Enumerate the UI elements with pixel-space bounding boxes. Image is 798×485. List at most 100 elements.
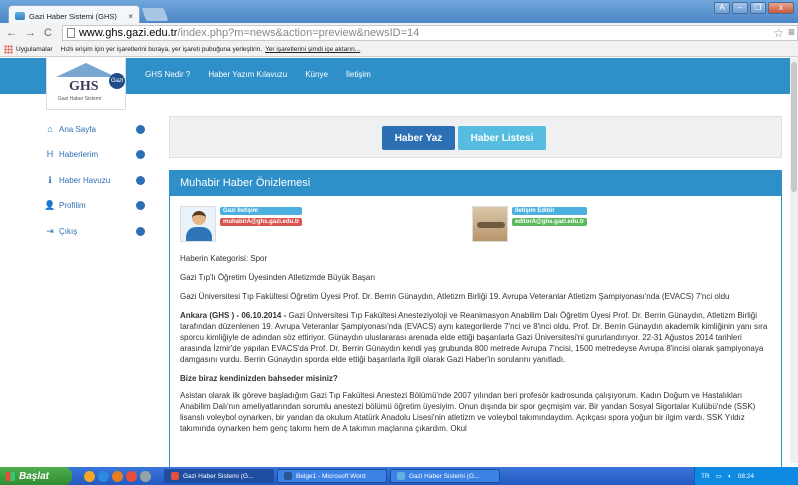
word-icon — [284, 472, 292, 480]
start-button[interactable]: Başlat — [0, 467, 72, 485]
article-headline: Gazi Tıp'lı Öğretim Üyesinden Atletizmde… — [180, 273, 376, 282]
logo-text: GHS — [69, 79, 99, 94]
editor-tag: İletişim Editör — [512, 207, 588, 215]
start-label: Başlat — [19, 470, 50, 482]
action-bar: Haber Yaz Haber Listesi — [169, 116, 782, 158]
quick-launch-icon[interactable] — [84, 470, 95, 482]
logout-icon: ⇥ — [46, 225, 54, 236]
reporter-email[interactable]: muhabirA@ghs.gazi.edu.tr — [220, 218, 303, 226]
apps-link[interactable]: Uygulamalar — [16, 46, 53, 53]
haber-yaz-button[interactable]: Haber Yaz — [382, 126, 455, 150]
browser-tab[interactable]: Gazi Haber Sistemi (GHS) × — [8, 5, 140, 23]
import-bookmarks-link[interactable]: Yer işaretlerini şimdi içe aktarın... — [265, 46, 360, 53]
editor-avatar — [472, 206, 508, 242]
user-icon: 👤 — [44, 199, 56, 210]
interview-answer: Asistan olarak ilk göreve başladığım Gaz… — [180, 391, 756, 433]
sidebar-item-ana-sayfa[interactable]: ⌂ Ana Sayfa — [44, 122, 145, 136]
forward-icon[interactable]: → — [25, 27, 36, 39]
editor-card: İletişim Editör editorA@ghs.gazi.edu.tr — [472, 206, 588, 242]
close-window-button[interactable]: x — [768, 2, 794, 14]
bookmarks-bar: Uygulamalar Hızlı erişim için yer işaret… — [0, 43, 798, 57]
article-content: Haberin Kategorisi: Spor Gazi Tıp'lı Öğr… — [180, 253, 772, 442]
article-category: Haberin Kategorisi: Spor — [180, 254, 268, 263]
reload-icon[interactable]: C — [44, 27, 52, 39]
browser-menu-icon[interactable]: ≡ — [788, 25, 795, 39]
url-input[interactable]: www.ghs.gazi.edu.tr /index.php?m=news&ac… — [61, 25, 798, 41]
task-label: Gazi Haber Sistemi (G... — [183, 472, 254, 480]
taskbar-item-word[interactable]: Belge1 - Microsoft Word — [277, 469, 387, 483]
window-controls: A – ❐ x — [714, 2, 794, 14]
reporter-tag: Gazi İletişim — [220, 207, 303, 215]
logo-subtitle: Gazi Haber Sistemi — [58, 96, 102, 102]
task-label: Belge1 - Microsoft Word — [296, 472, 366, 480]
url-host: www.ghs.gazi.edu.tr — [78, 27, 178, 39]
menu-iletisim[interactable]: İletişim — [346, 70, 371, 79]
reporter-card: Gazi İletişim muhabirA@ghs.gazi.edu.tr — [180, 206, 303, 242]
apps-icon[interactable] — [4, 45, 13, 54]
minimize-button[interactable]: – — [732, 2, 748, 14]
sidebar-item-haber-havuzu[interactable]: ℹ Haber Havuzu — [44, 173, 145, 187]
browser-title-bar: Gazi Haber Sistemi (GHS) × A – ❐ x — [0, 0, 798, 23]
quick-launch — [84, 470, 151, 482]
taskbar: Başlat Gazi Haber Sistemi (G... Belge1 -… — [0, 467, 798, 485]
tab-title: Gazi Haber Sistemi (GHS) — [29, 11, 117, 21]
clock[interactable]: 08:24 — [738, 473, 754, 480]
sidebar-item-haberlerim[interactable]: H Haberlerim — [44, 147, 145, 161]
site-logo[interactable]: GHS Gazi Haber Sistemi Gazi — [46, 58, 126, 110]
reporter-avatar — [180, 206, 216, 242]
info-icon: ℹ — [48, 174, 52, 185]
panel-body: Gazi İletişim muhabirA@ghs.gazi.edu.tr İ… — [170, 196, 781, 470]
haber-listesi-button[interactable]: Haber Listesi — [458, 126, 546, 150]
top-menu: GHS Nedir ? Haber Yazım Kılavuzu Künye İ… — [145, 70, 371, 79]
bookmark-star-icon[interactable]: ☆ — [773, 26, 784, 40]
article-dateline: Ankara (GHS ) - 06.10.2014 - — [180, 311, 287, 320]
sidebar-item-profilim[interactable]: 👤 Profilim — [44, 198, 145, 212]
chrome-icon — [171, 472, 179, 480]
language-indicator[interactable]: TR — [701, 473, 710, 480]
chevron-right-icon — [136, 175, 145, 185]
chevron-right-icon — [136, 226, 145, 236]
chevron-right-icon — [136, 200, 145, 210]
page-scrollbar[interactable] — [790, 58, 798, 463]
ie-icon[interactable] — [98, 470, 109, 482]
bookmarks-hint: Hızlı erişim için yer işaretlerini buray… — [60, 46, 263, 53]
home-icon: ⌂ — [47, 124, 53, 134]
article-paragraph: Ankara (GHS ) - 06.10.2014 - Gazi Üniver… — [180, 310, 772, 365]
logo-roof-shape — [56, 63, 116, 77]
page-icon — [66, 28, 75, 38]
window-extra-button[interactable]: A — [714, 2, 730, 14]
editor-email[interactable]: editorA@ghs.gazi.edu.tr — [512, 218, 588, 226]
chevron-right-icon — [136, 149, 145, 159]
menu-kunye[interactable]: Künye — [305, 70, 328, 79]
menu-kilavuz[interactable]: Haber Yazım Kılavuzu — [208, 70, 287, 79]
tab-close-icon[interactable]: × — [128, 12, 133, 21]
address-bar-row: ← → C www.ghs.gazi.edu.tr /index.php?m=n… — [0, 23, 798, 43]
sidebar-item-label: Profilim — [59, 200, 86, 210]
task-label: Gazi Haber Sistemi (G... — [409, 472, 480, 480]
system-tray: TR ▭ ◐ 08:24 — [694, 467, 798, 485]
firefox-icon[interactable] — [112, 470, 123, 482]
tab-favicon-icon — [15, 12, 25, 20]
maximize-button[interactable]: ❐ — [750, 2, 766, 14]
panel-title: Muhabir Haber Önizlemesi — [170, 171, 781, 196]
new-tab-button[interactable] — [141, 8, 169, 21]
volume-icon[interactable]: ◐ — [728, 473, 732, 480]
desktop-icon[interactable] — [140, 470, 151, 482]
back-icon[interactable]: ← — [6, 27, 17, 39]
preview-panel: Muhabir Haber Önizlemesi Gazi İletişim m… — [169, 170, 782, 470]
url-path: /index.php?m=news&action=preview&newsID=… — [177, 27, 420, 39]
browser-icon — [397, 472, 405, 480]
taskbar-item-chrome[interactable]: Gazi Haber Sistemi (G... — [164, 469, 274, 483]
chrome-icon[interactable] — [126, 470, 137, 482]
chevron-right-icon — [136, 124, 145, 134]
h-icon: H — [46, 149, 54, 159]
sidebar-item-label: Çıkış — [59, 226, 78, 236]
sidebar-item-cikis[interactable]: ⇥ Çıkış — [44, 224, 145, 238]
scrollbar-thumb[interactable] — [791, 62, 797, 192]
menu-ghs-nedir[interactable]: GHS Nedir ? — [145, 70, 190, 79]
network-icon[interactable]: ▭ — [716, 472, 722, 480]
taskbar-item-browser[interactable]: Gazi Haber Sistemi (G... — [390, 469, 500, 483]
logo-badge: Gazi — [109, 73, 125, 89]
windows-logo-icon — [6, 471, 15, 481]
interview-question: Bize biraz kendinizden bahseder misiniz? — [180, 374, 338, 383]
